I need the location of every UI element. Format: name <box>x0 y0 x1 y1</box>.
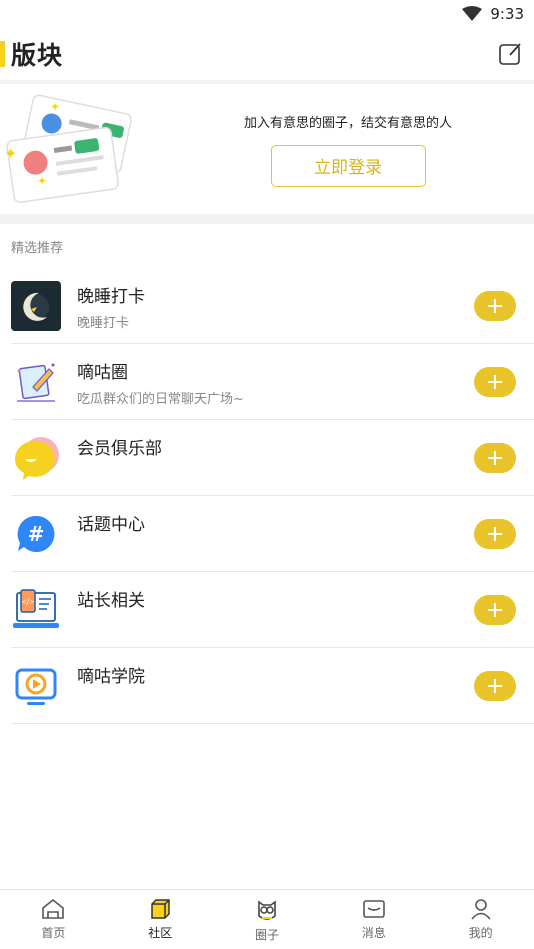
list-item[interactable]: 会员俱乐部 <box>11 420 534 496</box>
page-title: 版块 <box>11 41 64 70</box>
notepad-pen-icon <box>11 357 61 407</box>
banner-right: 加入有意思的圈子，结交有意思的人 立即登录 <box>142 112 534 187</box>
login-banner: ✦ ✦ ✦ 加入有意思的圈子，结交有意思的人 立即登录 <box>0 84 534 214</box>
list-item[interactable]: 晚睡打卡 晚睡打卡 <box>11 268 534 344</box>
tab-message[interactable]: 消息 <box>320 890 427 949</box>
svg-text:✦: ✦ <box>37 174 47 188</box>
plus-icon <box>488 526 502 541</box>
plus-icon <box>488 298 502 313</box>
tab-label: 首页 <box>41 926 66 940</box>
plus-icon <box>488 602 502 617</box>
svg-text:#: # <box>28 522 45 546</box>
tab-circle[interactable]: 圈子 <box>214 890 321 949</box>
item-name: 嘀咕学院 <box>77 667 145 687</box>
list-item[interactable]: # 话题中心 <box>11 496 534 572</box>
hashtag-bubble-icon: # <box>11 509 61 559</box>
tab-bar: 首页 社区 圈子 消息 我的 <box>0 889 534 949</box>
add-button[interactable] <box>474 518 516 549</box>
item-name: 会员俱乐部 <box>77 439 162 459</box>
list-item[interactable]: 嘀咕学院 <box>11 648 534 724</box>
header: 版块 <box>0 28 534 80</box>
tab-profile[interactable]: 我的 <box>427 890 534 949</box>
laptop-code-icon: </> <box>11 585 61 635</box>
item-name: 话题中心 <box>77 515 145 535</box>
add-button[interactable] <box>474 670 516 701</box>
list-item[interactable]: </> 站长相关 <box>11 572 534 648</box>
tab-home[interactable]: 首页 <box>0 890 107 949</box>
home-icon <box>42 898 65 919</box>
add-button[interactable] <box>474 290 516 321</box>
add-button[interactable] <box>474 442 516 473</box>
circle-list: 晚睡打卡 晚睡打卡 嘀咕圈 吃瓜群众们的日常聊天广场~ 会员俱乐部 # 话题中心… <box>0 268 534 724</box>
status-bar: 9:33 <box>0 0 534 28</box>
tab-label: 圈子 <box>254 928 279 942</box>
tab-label: 社区 <box>148 926 173 940</box>
video-play-icon <box>11 661 61 711</box>
item-name: 晚睡打卡 <box>77 287 145 307</box>
divider <box>0 214 534 224</box>
section-label: 精选推荐 <box>11 241 64 256</box>
moon-night-icon <box>11 280 61 331</box>
plus-icon <box>488 450 502 465</box>
item-name: 嘀咕圈 <box>77 363 128 383</box>
title-accent-bar <box>0 41 5 67</box>
vip-chat-icon <box>11 433 61 483</box>
svg-text:</>: </> <box>22 598 35 606</box>
tab-label: 我的 <box>468 926 493 940</box>
login-button[interactable]: 立即登录 <box>270 144 426 187</box>
list-item[interactable]: 嘀咕圈 吃瓜群众们的日常聊天广场~ <box>11 344 534 420</box>
community-icon <box>151 899 170 919</box>
message-icon <box>362 900 385 918</box>
plus-icon <box>488 678 502 693</box>
add-button[interactable] <box>474 594 516 625</box>
status-time: 9:33 <box>490 5 524 23</box>
item-name: 站长相关 <box>77 591 145 611</box>
profile-icon <box>470 899 491 920</box>
title-wrap: 版块 <box>0 36 63 72</box>
add-button[interactable] <box>474 366 516 397</box>
wifi-icon <box>462 6 483 21</box>
tab-community[interactable]: 社区 <box>107 890 214 949</box>
cards-illustration-icon: ✦ ✦ ✦ <box>4 94 132 203</box>
banner-text: 加入有意思的圈子，结交有意思的人 <box>243 115 452 131</box>
svg-text:✦: ✦ <box>50 100 60 114</box>
tab-label: 消息 <box>361 926 386 940</box>
svg-text:✦: ✦ <box>4 144 17 163</box>
plus-icon <box>488 374 502 389</box>
item-desc: 晚睡打卡 <box>77 316 130 331</box>
owl-icon <box>258 900 276 920</box>
edit-icon[interactable] <box>498 42 522 66</box>
item-desc: 吃瓜群众们的日常聊天广场~ <box>77 392 244 407</box>
